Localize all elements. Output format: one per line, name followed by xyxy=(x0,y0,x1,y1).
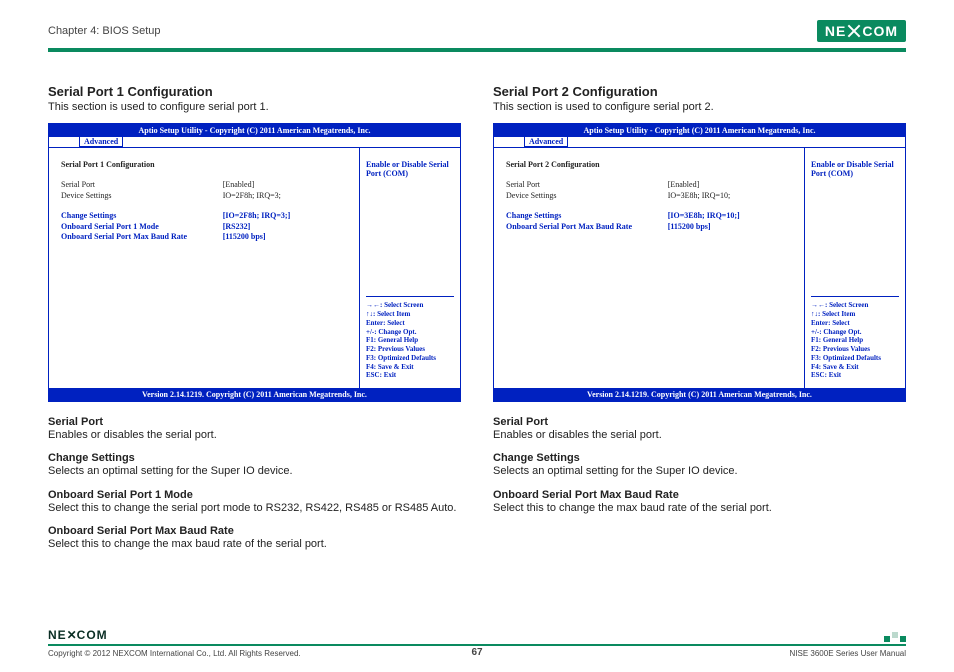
description-block: Onboard Serial Port Max Baud Rate Select… xyxy=(48,525,461,551)
bios-screenshot: Aptio Setup Utility - Copyright (C) 2011… xyxy=(48,123,461,402)
logo-text-post: COM xyxy=(862,23,898,39)
description-text: Enables or disables the serial port. xyxy=(48,428,461,442)
right-column: Serial Port 2 Configuration This section… xyxy=(493,84,906,561)
bios-footer: Version 2.14.1219. Copyright (C) 2011 Am… xyxy=(494,388,905,401)
description-title: Onboard Serial Port 1 Mode xyxy=(48,489,461,501)
description-title: Onboard Serial Port Max Baud Rate xyxy=(48,525,461,537)
description-title: Serial Port xyxy=(48,416,461,428)
bios-titlebar: Aptio Setup Utility - Copyright (C) 2011… xyxy=(49,124,460,137)
description-block: Serial Port Enables or disables the seri… xyxy=(493,416,906,442)
page-number: 67 xyxy=(471,647,482,658)
section-heading: Serial Port 2 Configuration xyxy=(493,84,906,99)
description-block: Change Settings Selects an optimal setti… xyxy=(48,452,461,478)
description-title: Serial Port xyxy=(493,416,906,428)
description-title: Onboard Serial Port Max Baud Rate xyxy=(493,489,906,501)
description-text: Select this to change the max baud rate … xyxy=(48,537,461,551)
bios-help-text: Enable or Disable Serial Port (COM) xyxy=(811,160,899,178)
section-subtext: This section is used to configure serial… xyxy=(48,101,461,113)
description-block: Serial Port Enables or disables the seri… xyxy=(48,416,461,442)
description-block: Onboard Serial Port Max Baud Rate Select… xyxy=(493,489,906,515)
bios-settings-pane: Serial Port 2 ConfigurationSerial Port[E… xyxy=(494,148,805,388)
bios-help-pane: Enable or Disable Serial Port (COM) →←: … xyxy=(805,148,905,388)
footer-manual-name: NISE 3600E Series User Manual xyxy=(790,649,907,658)
bios-key-legend: →←: Select Screen↑↓: Select ItemEnter: S… xyxy=(366,301,454,380)
nexcom-logo: NE COM xyxy=(817,20,906,42)
bios-titlebar: Aptio Setup Utility - Copyright (C) 2011… xyxy=(494,124,905,137)
description-text: Selects an optimal setting for the Super… xyxy=(493,464,906,478)
left-column: Serial Port 1 Configuration This section… xyxy=(48,84,461,561)
footer-divider xyxy=(48,644,906,646)
bios-screenshot: Aptio Setup Utility - Copyright (C) 2011… xyxy=(493,123,906,402)
description-text: Enables or disables the serial port. xyxy=(493,428,906,442)
description-title: Change Settings xyxy=(493,452,906,464)
description-text: Selects an optimal setting for the Super… xyxy=(48,464,461,478)
page-footer: NE✕COM Copyright © 2012 NEXCOM Internati… xyxy=(48,628,906,658)
bios-key-legend: →←: Select Screen↑↓: Select ItemEnter: S… xyxy=(811,301,899,380)
footer-logo: NE✕COM xyxy=(48,628,108,642)
chapter-title: Chapter 4: BIOS Setup xyxy=(48,25,161,37)
logo-text-pre: NE xyxy=(825,23,846,39)
header-divider xyxy=(48,48,906,52)
description-block: Change Settings Selects an optimal setti… xyxy=(493,452,906,478)
section-heading: Serial Port 1 Configuration xyxy=(48,84,461,99)
description-text: Select this to change the max baud rate … xyxy=(493,501,906,515)
bios-help-pane: Enable or Disable Serial Port (COM) →←: … xyxy=(360,148,460,388)
description-block: Onboard Serial Port 1 Mode Select this t… xyxy=(48,489,461,515)
logo-x-icon xyxy=(847,24,861,38)
footer-marks-icon xyxy=(884,636,906,642)
bios-settings-pane: Serial Port 1 ConfigurationSerial Port[E… xyxy=(49,148,360,388)
footer-copyright: Copyright © 2012 NEXCOM International Co… xyxy=(48,649,301,658)
page-header: Chapter 4: BIOS Setup NE COM xyxy=(48,20,906,42)
bios-tab: Advanced xyxy=(49,137,460,148)
bios-help-text: Enable or Disable Serial Port (COM) xyxy=(366,160,454,178)
bios-footer: Version 2.14.1219. Copyright (C) 2011 Am… xyxy=(49,388,460,401)
description-text: Select this to change the serial port mo… xyxy=(48,501,461,515)
description-title: Change Settings xyxy=(48,452,461,464)
bios-tab: Advanced xyxy=(494,137,905,148)
section-subtext: This section is used to configure serial… xyxy=(493,101,906,113)
